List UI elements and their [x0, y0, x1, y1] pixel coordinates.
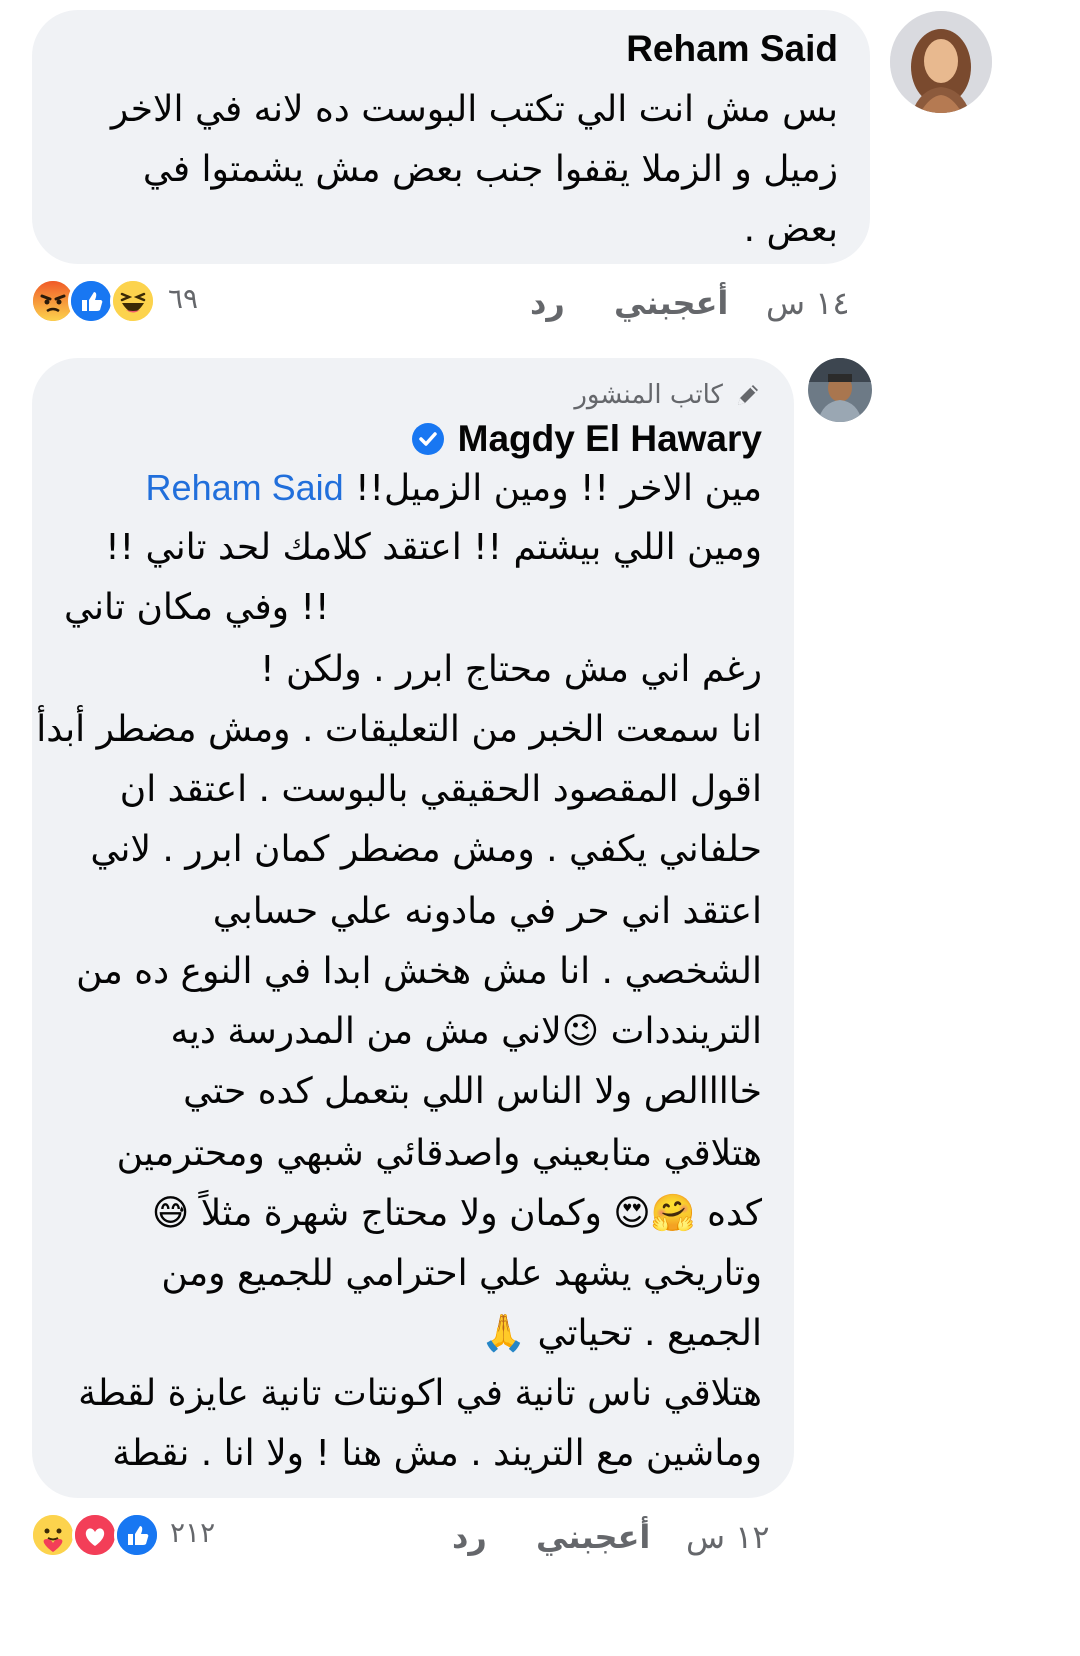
reply-button[interactable]: رد — [452, 1518, 487, 1556]
comment-text-line: بعض . — [743, 209, 838, 250]
like-reaction-icon — [68, 278, 114, 324]
comment-text-line: انا سمعت الخبر من التعليقات . ومش مضطر أ… — [36, 709, 762, 750]
comment-text-line: رغم اني مش محتاج ابرر . ولكن ! — [260, 649, 762, 690]
comment-body: بس مش انت الي تكتب البوست ده لانه في الا… — [52, 90, 838, 260]
comment-text-line: الترينددات 😉لاني مش من المدرسة ديه — [170, 1011, 762, 1052]
comment-text-line: خاااالص ولا الناس اللي بتعمل كده حتي — [183, 1071, 762, 1112]
avatar-magdy-el-hawary[interactable] — [808, 358, 872, 422]
avatar-reham-said[interactable] — [890, 11, 992, 113]
reaction-summary[interactable]: ٢١٢ — [30, 1510, 230, 1558]
reaction-count: ٦٩ — [168, 282, 199, 315]
comment-text-line: كده 🤗😍 وكمان ولا محتاج شهرة مثلاً 😅 — [151, 1193, 762, 1234]
love-reaction-icon — [72, 1512, 118, 1558]
comment-body: مين الاخر !! ومين الزميل!! Reham Said وم… — [36, 468, 762, 1478]
comment-text-line: زميل و الزملا يقفوا جنب بعض مش يشمتوا في — [142, 149, 838, 190]
care-reaction-icon — [30, 1512, 76, 1558]
comment-text-line: الشخصي . انا مش هخش ابدا في النوع ده من — [76, 951, 762, 992]
author-badge: كاتب المنشور — [574, 380, 762, 412]
comment-bubble-reham: Reham Said بس مش انت الي تكتب البوست ده … — [32, 10, 870, 264]
author-name-row: Magdy El Hawary — [411, 418, 762, 460]
pencil-icon — [734, 381, 762, 409]
reply-button[interactable]: رد — [530, 284, 565, 322]
comment-text-line: بس مش انت الي تكتب البوست ده لانه في الا… — [110, 89, 838, 130]
comment-text-line: ومين اللي بيشتم !! اعتقد كلامك لحد تاني … — [105, 527, 762, 568]
comment-text-line: هتلاقي متابعيني واصدقائي شبهي ومحترمين — [116, 1133, 762, 1174]
haha-reaction-icon — [110, 278, 156, 324]
reaction-count: ٢١٢ — [170, 1516, 216, 1549]
like-button[interactable]: أعجبني — [536, 1518, 650, 1556]
mention-link[interactable]: Reham Said — [146, 467, 344, 508]
comment-timestamp[interactable]: ١٢ س — [686, 1518, 770, 1556]
comment-text-line: اقول المقصود الحقيقي بالبوست . اعتقد ان — [119, 769, 762, 810]
verified-badge-icon — [411, 422, 445, 456]
comment-timestamp[interactable]: ١٤ س — [766, 284, 850, 322]
comment-text-line: حلفاني يكفي . ومش مضطر كمان ابرر . لاني — [90, 829, 762, 870]
comment-text-line: هتلاقي ناس تانية في اكونتات تانية عايزة … — [78, 1373, 762, 1414]
comment-text-line: وتاريخي يشهد علي احترامي للجميع ومن — [161, 1253, 762, 1294]
author-role-label: كاتب المنشور — [574, 380, 723, 410]
avatar-photo — [808, 358, 872, 422]
like-reaction-icon — [114, 1512, 160, 1558]
reaction-summary[interactable]: ٦٩ — [30, 276, 220, 324]
comment-text-line: الجميع . تحياتي 🙏 — [481, 1313, 762, 1354]
comment-author-name[interactable]: Magdy El Hawary — [458, 418, 762, 459]
first-line-text: مين الاخر !! ومين الزميل!! — [355, 468, 762, 509]
comment-text-line: اعتقد اني حر في مادونه علي حسابي — [212, 891, 762, 932]
comment-text-line: وماشين مع التريند . مش هنا ! ولا انا . ن… — [112, 1433, 762, 1474]
comment-text-line: !! وفي مكان تاني — [64, 587, 330, 628]
like-button[interactable]: أعجبني — [614, 284, 728, 322]
avatar-photo — [890, 11, 992, 113]
comment-author-name[interactable]: Reham Said — [626, 28, 838, 70]
comment-bubble-magdy: كاتب المنشور Magdy El Hawary مين الاخر !… — [32, 358, 794, 1498]
comment-text-line: مين الاخر !! ومين الزميل!! Reham Said — [146, 468, 762, 509]
